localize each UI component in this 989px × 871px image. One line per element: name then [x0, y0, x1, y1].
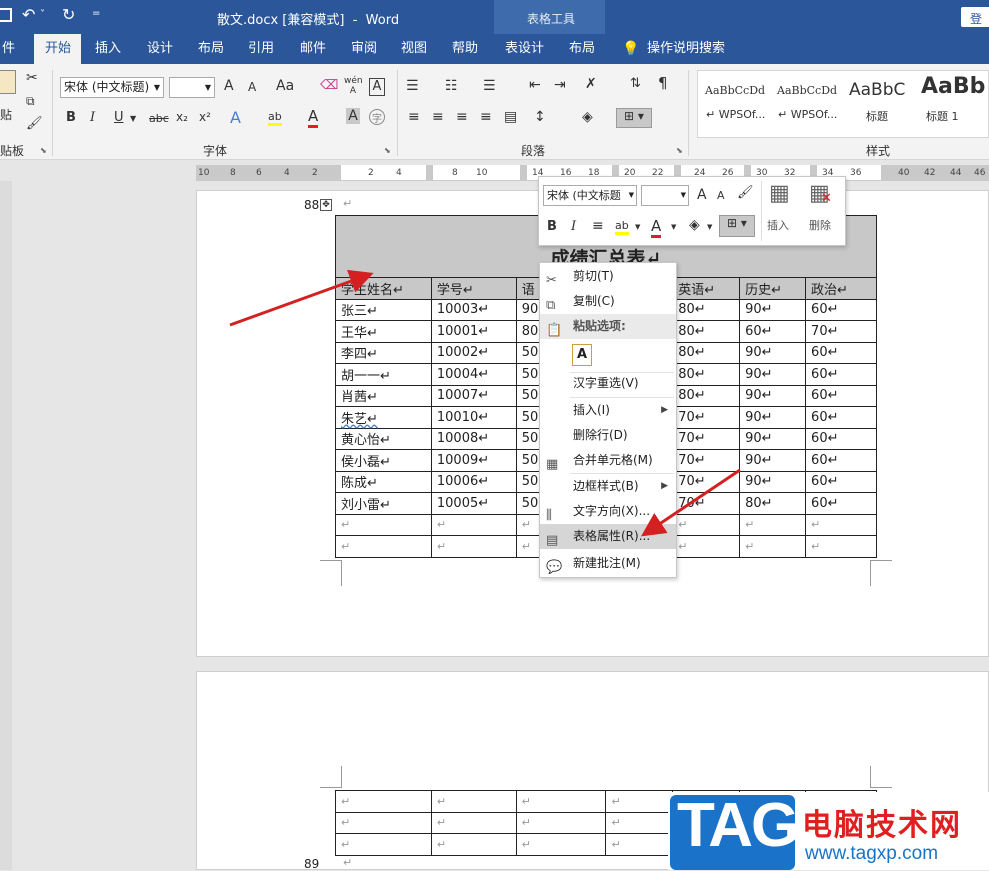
red-arrow-to-table-properties — [641, 468, 741, 537]
annotation-arrows — [229, 269, 741, 537]
watermark-url: www.tagxp.com — [805, 843, 939, 864]
watermark-site-name: 电脑技术网 — [802, 808, 962, 843]
red-arrow-to-table — [229, 269, 374, 327]
tag-logo-text: TAG — [677, 791, 799, 860]
